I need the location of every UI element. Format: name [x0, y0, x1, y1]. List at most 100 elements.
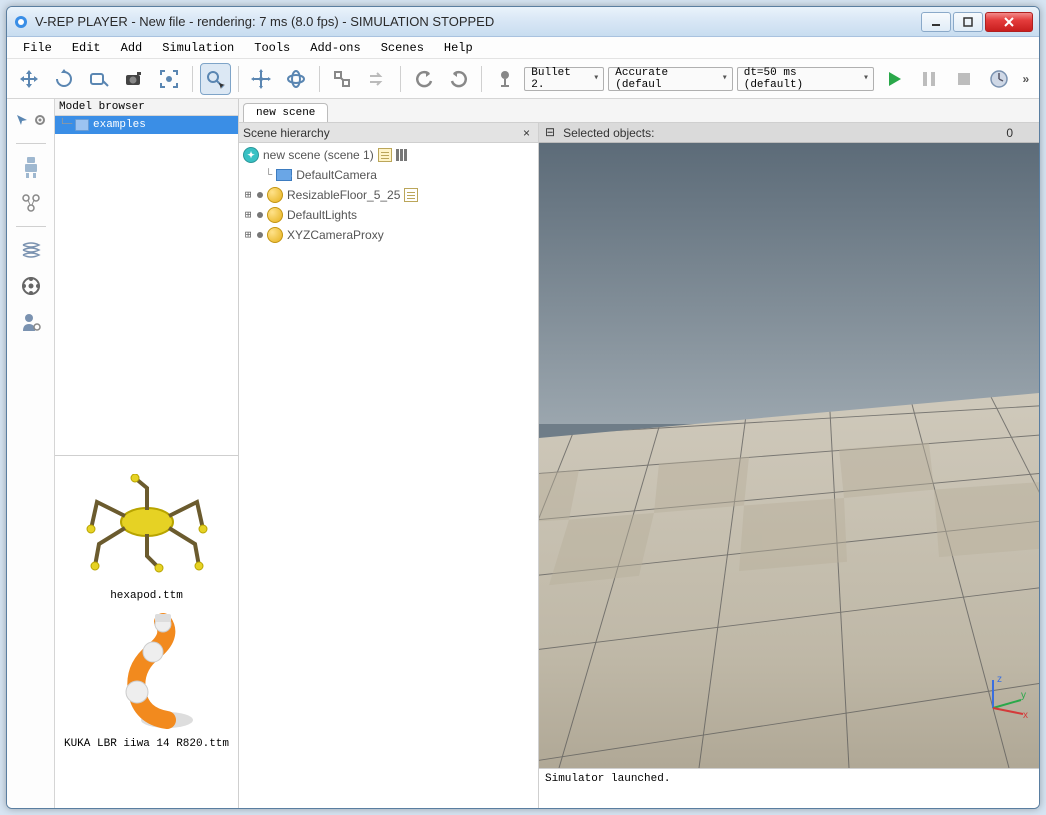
toolbar-overflow-button[interactable]: » — [1018, 72, 1033, 86]
object-icon — [267, 227, 283, 243]
console-panel[interactable]: Simulator launched. — [539, 768, 1039, 808]
side-separator — [16, 143, 46, 144]
calculation-module-button[interactable] — [14, 188, 48, 218]
model-preview-item[interactable]: hexapod.ttm — [62, 464, 232, 602]
window-title: V-REP PLAYER - New file - rendering: 7 m… — [35, 14, 921, 29]
hierarchy-node[interactable]: └ DefaultCamera — [241, 165, 536, 185]
app-icon — [13, 14, 29, 30]
toolbar-separator — [238, 66, 239, 92]
menu-help[interactable]: Help — [438, 39, 479, 57]
menu-edit[interactable]: Edit — [66, 39, 107, 57]
menu-scenes[interactable]: Scenes — [375, 39, 430, 57]
side-pointer-button[interactable] — [14, 105, 30, 135]
close-button[interactable] — [985, 12, 1033, 32]
selected-objects-label: Selected objects: — [563, 126, 654, 140]
center-column: new scene Scene hierarchy × ✦ new scene … — [239, 99, 1039, 808]
application-window: V-REP PLAYER - New file - rendering: 7 m… — [6, 6, 1040, 809]
assemble-button[interactable] — [327, 63, 358, 95]
hierarchy-root-label: new scene (scene 1) — [263, 148, 374, 162]
folder-icon — [75, 119, 89, 131]
model-preview-list[interactable]: hexapod.ttm KUKA LBR iiwa 14 R820. — [55, 456, 238, 808]
menu-add[interactable]: Add — [115, 39, 149, 57]
toolbar: Bullet 2. Accurate (defaul dt=50 ms (def… — [7, 59, 1039, 99]
translate-tool-button[interactable] — [246, 63, 277, 95]
object-icon — [267, 187, 283, 203]
script-icon[interactable] — [378, 148, 392, 162]
physics-engine-value: Bullet 2. — [531, 67, 589, 91]
axis-gizmo: z y x — [983, 672, 1029, 718]
camera-tool-button[interactable] — [118, 63, 149, 95]
expand-icon[interactable]: ⊞ — [243, 208, 253, 222]
viewport-floor — [539, 393, 1039, 768]
main-area: Model browser └─ examples — [7, 99, 1039, 808]
redo-button[interactable] — [443, 63, 474, 95]
play-button[interactable] — [878, 63, 909, 95]
sim-mode-value: Accurate (defaul — [615, 67, 717, 91]
tree-item-label: examples — [93, 119, 146, 131]
object-icon — [267, 207, 283, 223]
hierarchy-close-button[interactable]: × — [519, 126, 534, 140]
hierarchy-node[interactable]: ⊞ ResizableFloor_5_25 — [241, 185, 536, 205]
expand-icon[interactable]: ⊞ — [243, 228, 253, 242]
rotate-tool-button[interactable] — [48, 63, 79, 95]
timestep-value: dt=50 ms (default) — [744, 67, 859, 91]
model-preview-item[interactable]: KUKA LBR iiwa 14 R820.ttm — [62, 612, 232, 750]
axis-x-label: x — [1023, 710, 1028, 718]
hierarchy-node[interactable]: ⊞ XYZCameraProxy — [241, 225, 536, 245]
scene-tab[interactable]: new scene — [243, 103, 328, 122]
viewport-toggle-icon[interactable]: ⊟ — [545, 125, 555, 140]
hierarchy-node-label: ResizableFloor_5_25 — [287, 188, 400, 202]
titlebar: V-REP PLAYER - New file - rendering: 7 m… — [7, 7, 1039, 37]
timestep-select[interactable]: dt=50 ms (default) — [737, 67, 874, 91]
minimize-button[interactable] — [921, 12, 951, 32]
maximize-button[interactable] — [953, 12, 983, 32]
physics-engine-select[interactable]: Bullet 2. — [524, 67, 604, 91]
sim-mode-select[interactable]: Accurate (defaul — [608, 67, 732, 91]
stop-button[interactable] — [948, 63, 979, 95]
menu-tools[interactable]: Tools — [248, 39, 296, 57]
hierarchy-tree[interactable]: ✦ new scene (scene 1) └ DefaultCamera ⊞ — [239, 143, 538, 808]
undo-button[interactable] — [408, 63, 439, 95]
pause-button[interactable] — [913, 63, 944, 95]
model-browser-tree[interactable]: └─ examples — [55, 116, 238, 456]
rotate-object-button[interactable] — [281, 63, 312, 95]
viewport-sky — [539, 143, 1039, 424]
video-recorder-button[interactable] — [14, 271, 48, 301]
model-preview-label: hexapod.ttm — [62, 590, 232, 602]
console-line: Simulator launched. — [545, 773, 1033, 785]
expand-icon[interactable]: ⊞ — [243, 188, 253, 202]
user-settings-button[interactable] — [14, 307, 48, 337]
camera-icon — [276, 169, 292, 181]
collections-button[interactable] — [14, 235, 48, 265]
hierarchy-node[interactable]: ⊞ DefaultLights — [241, 205, 536, 225]
select-tool-button[interactable] — [200, 63, 231, 95]
side-gear-button[interactable] — [32, 105, 48, 135]
pan-tool-button[interactable] — [13, 63, 44, 95]
menu-addons[interactable]: Add-ons — [304, 39, 366, 57]
hierarchy-node-label: DefaultLights — [287, 208, 357, 222]
script-icon[interactable] — [404, 188, 418, 202]
realtime-toggle-button[interactable] — [983, 63, 1014, 95]
3d-viewport[interactable]: z y x — [539, 143, 1039, 768]
toolbar-separator — [319, 66, 320, 92]
zoom-tool-button[interactable] — [83, 63, 114, 95]
dynamics-toggle-button[interactable] — [489, 63, 520, 95]
tree-item-examples[interactable]: examples — [55, 116, 238, 134]
toolbar-separator — [400, 66, 401, 92]
menu-file[interactable]: File — [17, 39, 58, 57]
bars-icon[interactable] — [396, 149, 407, 161]
model-browser-panel: Model browser └─ examples — [55, 99, 239, 808]
robot-properties-button[interactable] — [14, 152, 48, 182]
transfer-button[interactable] — [362, 63, 393, 95]
hierarchy-node-label: XYZCameraProxy — [287, 228, 384, 242]
model-preview-label: KUKA LBR iiwa 14 R820.ttm — [62, 738, 232, 750]
dot-icon — [257, 192, 263, 198]
fit-view-button[interactable] — [153, 63, 184, 95]
menu-simulation[interactable]: Simulation — [156, 39, 240, 57]
selection-bar: ⊟ Selected objects: 0 — [539, 123, 1039, 143]
hierarchy-root[interactable]: ✦ new scene (scene 1) — [241, 145, 536, 165]
hierarchy-header: Scene hierarchy × — [239, 123, 538, 143]
hexapod-thumbnail — [67, 464, 227, 584]
side-toolbar — [7, 99, 55, 808]
scene-hierarchy-panel: Scene hierarchy × ✦ new scene (scene 1) … — [239, 123, 539, 808]
